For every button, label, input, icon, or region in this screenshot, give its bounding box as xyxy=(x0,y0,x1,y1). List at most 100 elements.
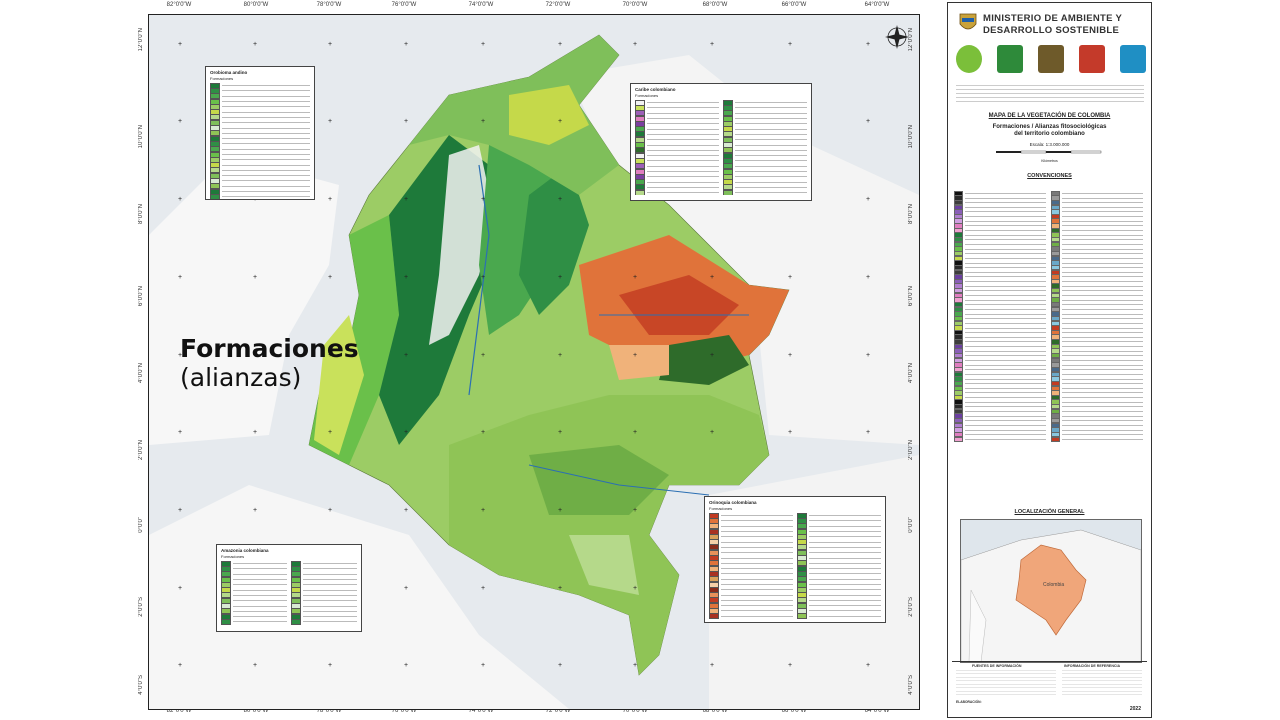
convention-item-line xyxy=(1062,369,1143,371)
longitude-ticks-top: 82°0'0"W 80°0'0"W 78°0'0"W 76°0'0"W 74°0'0"W… xyxy=(148,2,918,14)
legend-item-line xyxy=(809,520,881,522)
sources-text xyxy=(956,670,1056,696)
legend-subtitle: Formaciones xyxy=(709,506,733,511)
convention-item-line xyxy=(965,192,1046,194)
legend-item-line xyxy=(222,111,310,113)
conventions-title: CONVENCIONES xyxy=(1027,173,1072,179)
legend-row xyxy=(723,190,807,196)
longitude-label: 76°0'0"W xyxy=(391,2,417,8)
legend-item-line xyxy=(735,160,807,162)
legend-item-line xyxy=(809,515,881,517)
legend-item-line xyxy=(721,552,793,554)
graticule-cross: + xyxy=(710,429,715,436)
legend-item-line xyxy=(735,186,807,188)
graticule-cross: + xyxy=(710,352,715,359)
legend-item-line xyxy=(222,164,310,166)
convention-item-line xyxy=(965,378,1046,380)
convention-item-line xyxy=(965,304,1046,306)
ministry-title: MINISTERIO DE AMBIENTE Y DESARROLLO SOST… xyxy=(983,13,1122,37)
legend-item-line xyxy=(647,139,719,141)
convention-item-line xyxy=(1062,216,1143,217)
convention-item-line xyxy=(965,262,1046,264)
longitude-label: 70°0'0"W xyxy=(622,2,648,8)
credits-block: FUENTES DE INFORMACIÓN INFORMACIÓN DE RE… xyxy=(952,661,1147,715)
legend-item-line xyxy=(721,536,793,538)
orinoquia-legend: Orinoquia colombiana Formaciones xyxy=(704,496,886,623)
legend-item-line xyxy=(809,557,881,559)
ideam-logo-icon xyxy=(1120,45,1146,73)
graticule-cross: + xyxy=(481,118,486,125)
convention-item-line xyxy=(965,290,1046,292)
ministry-header: MINISTERIO DE AMBIENTE Y DESARROLLO SOST… xyxy=(948,3,1151,41)
convention-item-line xyxy=(965,373,1046,375)
convention-item-line xyxy=(1062,318,1143,320)
convention-item-line xyxy=(965,341,1046,343)
legend-row xyxy=(635,190,719,196)
legend-item-line xyxy=(721,605,793,607)
convention-item-line xyxy=(1062,299,1143,301)
graticule-cross: + xyxy=(866,429,871,436)
graticule-cross: + xyxy=(710,274,715,281)
latitude-label: 4°0'0"S xyxy=(908,675,914,695)
graticule-cross: + xyxy=(328,196,333,203)
graticule-cross: + xyxy=(253,274,258,281)
orinoquia-light-savanna xyxy=(609,345,669,380)
sinchi-logo-icon xyxy=(997,45,1023,73)
convention-item-line xyxy=(1062,257,1143,259)
graticule-cross: + xyxy=(788,352,793,359)
convention-item-line xyxy=(965,415,1046,417)
convention-item-line xyxy=(965,336,1046,338)
graticule-cross: + xyxy=(866,662,871,669)
location-label: Colombia xyxy=(1043,582,1065,588)
convention-item-line xyxy=(1062,336,1143,338)
legend-item-line xyxy=(721,610,793,612)
convention-swatch xyxy=(954,436,963,442)
legend-item-line xyxy=(735,144,807,146)
graticule-cross: + xyxy=(253,507,258,514)
legend-item-line xyxy=(735,112,807,114)
map-year: 2022 xyxy=(1129,706,1141,712)
convention-item-line xyxy=(1062,230,1143,231)
convention-item-line xyxy=(965,225,1046,227)
convention-item-line xyxy=(965,424,1046,426)
legend-item-line xyxy=(222,95,310,97)
graticule-cross: + xyxy=(328,41,333,48)
graticule-cross: + xyxy=(404,429,409,436)
convention-item-line xyxy=(1062,346,1143,347)
legend-item-line xyxy=(303,579,357,581)
graticule-cross: + xyxy=(404,507,409,514)
legend-item-line xyxy=(647,192,719,194)
convention-item-line xyxy=(965,318,1046,320)
convention-item-line xyxy=(965,411,1046,412)
overlay-line1: Formaciones xyxy=(180,334,359,363)
convention-item-line xyxy=(965,211,1046,213)
legend-item-line xyxy=(303,584,357,586)
graticule-cross: + xyxy=(710,662,715,669)
graticule-cross: + xyxy=(328,274,333,281)
graticule-cross: + xyxy=(328,662,333,669)
legend-item-line xyxy=(233,621,287,623)
convention-item-line xyxy=(1062,206,1143,208)
convention-item-line xyxy=(1062,253,1143,255)
latitude-label: 4°0'0"N xyxy=(138,363,144,384)
graticule-cross: + xyxy=(788,41,793,48)
graticule-cross: + xyxy=(633,429,638,436)
legend-item-line xyxy=(809,562,881,564)
legend-title: Orobioma andino xyxy=(210,70,248,75)
legend-item-line xyxy=(735,128,807,130)
legend-item-line xyxy=(721,573,793,575)
legend-item-line xyxy=(222,85,310,87)
convention-item-line xyxy=(965,308,1046,310)
latitude-label: 4°0'0"N xyxy=(908,363,914,384)
legend-item-line xyxy=(303,621,357,623)
ministry-line2: DESARROLLO SOSTENIBLE xyxy=(983,25,1120,36)
legend-item-line xyxy=(303,568,357,570)
legend-item-line xyxy=(721,584,793,585)
legend-item-line xyxy=(809,531,881,533)
convention-item-line xyxy=(965,239,1046,241)
legend-item-line xyxy=(809,536,881,538)
graticule-cross: + xyxy=(253,662,258,669)
legend-item-line xyxy=(735,123,807,125)
convention-item-line xyxy=(965,322,1046,324)
legend-item-line xyxy=(721,562,793,564)
